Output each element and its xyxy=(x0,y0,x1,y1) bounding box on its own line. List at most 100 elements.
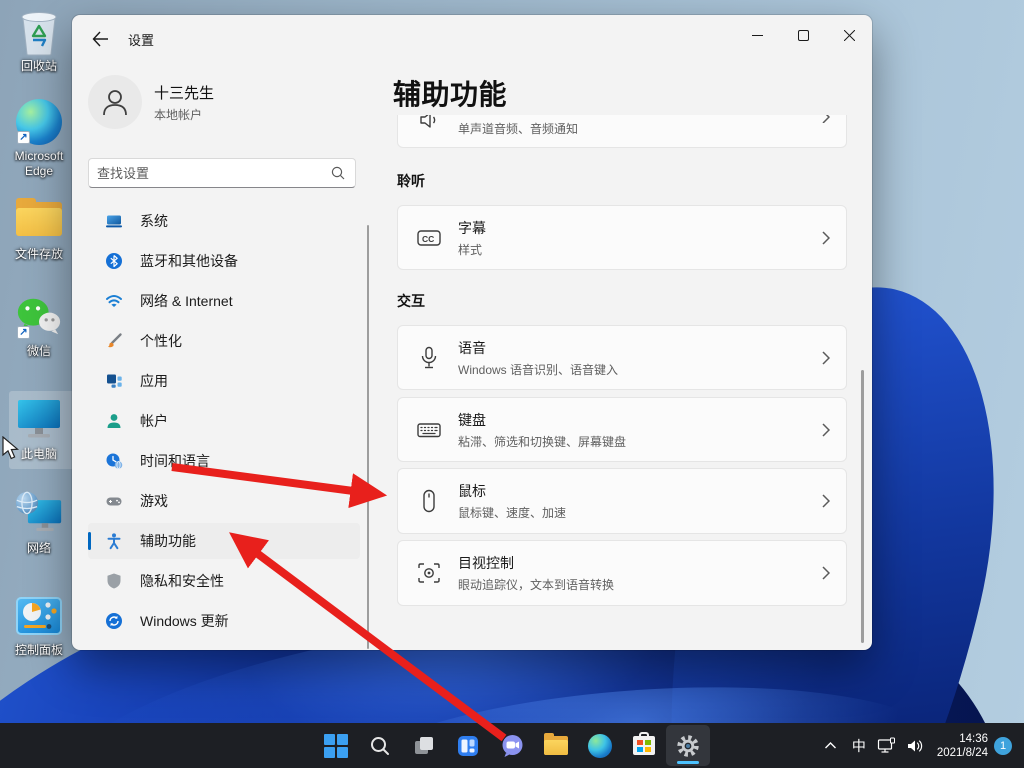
sidebar-item-time-language[interactable]: 时间和语言 xyxy=(88,443,360,479)
sidebar-item-windows-update[interactable]: Windows 更新 xyxy=(88,603,360,639)
minimize-icon xyxy=(752,30,763,41)
sidebar-item-network-internet[interactable]: 网络 & Internet xyxy=(88,283,360,319)
search-icon xyxy=(331,166,345,180)
desktop-icon-label: 网络 xyxy=(27,541,51,556)
desktop-icon-edge[interactable]: ↗ Microsoft Edge xyxy=(1,98,77,179)
task-view-button[interactable] xyxy=(402,725,446,766)
sidebar-item-system[interactable]: 系统 xyxy=(88,203,360,239)
start-button[interactable] xyxy=(314,725,358,766)
sidebar-item-privacy-security[interactable]: 隐私和安全性 xyxy=(88,563,360,599)
minimize-button[interactable] xyxy=(734,15,780,55)
desktop-icon-label: Microsoft Edge xyxy=(3,149,75,179)
settings-window: 设置 十三先生 本地帐户 xyxy=(72,15,872,650)
audio-icon xyxy=(416,115,442,133)
sidebar-item-gaming[interactable]: 游戏 xyxy=(88,483,360,519)
file-explorer-button[interactable] xyxy=(534,725,578,766)
maximize-button[interactable] xyxy=(780,15,826,55)
control-panel-icon xyxy=(15,592,63,640)
store-button[interactable] xyxy=(622,725,666,766)
section-header-interaction: 交互 xyxy=(397,291,425,311)
user-profile[interactable]: 十三先生 本地帐户 xyxy=(88,75,214,129)
speaker-icon xyxy=(906,738,924,754)
desktop-icon-label: 微信 xyxy=(27,344,51,359)
bluetooth-icon xyxy=(104,251,124,271)
network-tray-icon[interactable] xyxy=(873,728,901,764)
sidebar-item-accounts[interactable]: 帐户 xyxy=(88,403,360,439)
sidebar-item-label: 系统 xyxy=(140,211,168,231)
captions-icon: CC xyxy=(416,225,442,251)
sidebar-item-label: 网络 & Internet xyxy=(140,291,233,311)
close-button[interactable] xyxy=(826,15,872,55)
tray-clock[interactable]: 14:36 2021/8/24 xyxy=(937,732,988,760)
account-person-icon xyxy=(104,411,124,431)
tray-chevron-up[interactable] xyxy=(817,728,845,764)
sidebar-item-bluetooth-devices[interactable]: 蓝牙和其他设备 xyxy=(88,243,360,279)
recycle-bin-icon xyxy=(15,8,63,56)
card-title: 语音 xyxy=(458,338,822,358)
sidebar-item-apps[interactable]: 应用 xyxy=(88,363,360,399)
shield-icon xyxy=(104,571,124,591)
search-input[interactable] xyxy=(89,166,331,181)
ethernet-icon xyxy=(877,737,896,754)
content-scrollbar[interactable] xyxy=(861,370,864,643)
card-title: 字幕 xyxy=(458,218,822,238)
tray-time: 14:36 xyxy=(937,732,988,746)
card-captions[interactable]: CC 字幕 样式 xyxy=(397,205,847,270)
card-mouse[interactable]: 鼠标 鼠标键、速度、加速 xyxy=(397,468,847,534)
volume-tray-icon[interactable] xyxy=(901,728,929,764)
account-type: 本地帐户 xyxy=(154,106,214,123)
card-keyboard[interactable]: 键盘 粘滞、筛选和切换键、屏幕键盘 xyxy=(397,397,847,462)
taskbar-search-button[interactable] xyxy=(358,725,402,766)
sidebar-item-label: 辅助功能 xyxy=(140,531,196,551)
sidebar-item-label: 时间和语言 xyxy=(140,451,210,471)
desktop-icon-network[interactable]: 网络 xyxy=(1,490,77,556)
card-subtitle: 单声道音频、音频通知 xyxy=(458,120,822,137)
task-view-icon xyxy=(412,734,436,758)
sidebar-item-personalization[interactable]: 个性化 xyxy=(88,323,360,359)
settings-search xyxy=(88,158,356,188)
chevron-up-icon xyxy=(824,741,837,750)
desktop-icon-file-folder[interactable]: 文件存放 xyxy=(1,196,77,262)
gamepad-icon xyxy=(104,491,124,511)
network-icon xyxy=(15,490,63,538)
card-title: 键盘 xyxy=(458,410,822,430)
sidebar-scrollbar[interactable] xyxy=(367,225,369,649)
desktop-icon-wechat[interactable]: ↗ 微信 xyxy=(1,293,77,359)
card-subtitle: 粘滞、筛选和切换键、屏幕键盘 xyxy=(458,433,822,450)
chevron-right-icon xyxy=(822,423,830,437)
settings-button[interactable] xyxy=(666,725,710,766)
brush-icon xyxy=(104,331,124,351)
chevron-right-icon xyxy=(822,231,830,245)
card-subtitle: 鼠标键、速度、加速 xyxy=(458,504,822,521)
notification-badge[interactable]: 1 xyxy=(994,737,1012,755)
card-speech[interactable]: 语音 Windows 语音识别、语音键入 xyxy=(397,325,847,390)
maximize-icon xyxy=(798,30,809,41)
file-explorer-icon xyxy=(544,736,568,755)
chat-button[interactable] xyxy=(490,725,534,766)
desktop-icon-label: 控制面板 xyxy=(15,643,63,658)
chat-icon xyxy=(500,733,525,758)
card-subtitle: Windows 语音识别、语音键入 xyxy=(458,361,822,378)
edge-button[interactable] xyxy=(578,725,622,766)
arrow-left-icon xyxy=(92,31,109,47)
sidebar-item-accessibility[interactable]: 辅助功能 xyxy=(88,523,360,559)
desktop-icon-control-panel[interactable]: 控制面板 xyxy=(1,592,77,658)
card-eye-control[interactable]: 目视控制 眼动追踪仪，文本到语音转换 xyxy=(397,540,847,606)
edge-icon xyxy=(588,734,612,758)
card-audio-partial[interactable]: 单声道音频、音频通知 xyxy=(397,115,847,148)
widgets-button[interactable] xyxy=(446,725,490,766)
back-button[interactable] xyxy=(80,22,120,56)
mouse-icon xyxy=(416,488,442,514)
system-icon xyxy=(104,211,124,231)
sidebar-item-label: 个性化 xyxy=(140,331,182,351)
chevron-right-icon xyxy=(822,566,830,580)
desktop-icon-this-pc[interactable]: 此电脑 xyxy=(1,396,77,462)
page-title: 辅助功能 xyxy=(393,73,507,113)
this-pc-icon xyxy=(15,396,63,444)
ime-indicator[interactable]: 中 xyxy=(845,728,873,764)
shortcut-arrow-icon: ↗ xyxy=(17,131,30,144)
desktop-icon-label: 文件存放 xyxy=(15,247,63,262)
sidebar-item-label: 游戏 xyxy=(140,491,168,511)
desktop-icon-recycle-bin[interactable]: 回收站 xyxy=(1,8,77,74)
eye-control-icon xyxy=(416,560,442,586)
